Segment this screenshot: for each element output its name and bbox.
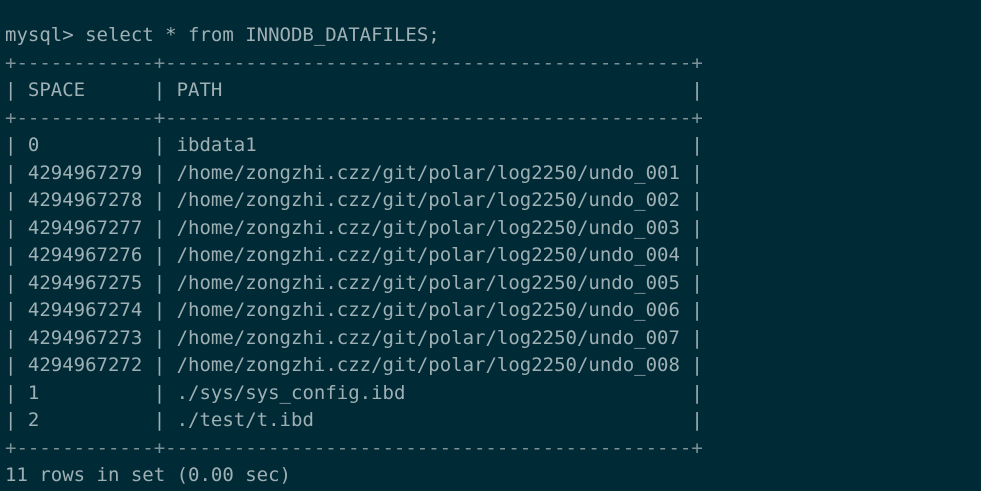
cell-path: ./test/t.ibd — [176, 409, 680, 431]
table-row: | 4294967279 | /home/zongzhi.czz/git/pol… — [5, 161, 703, 184]
cell-space: 4294967274 — [27, 299, 143, 321]
table-border-header: +------------+--------------------------… — [5, 106, 703, 129]
table-row: | 4294967274 | /home/zongzhi.czz/git/pol… — [5, 299, 703, 321]
table-row: | 4294967272 | /home/zongzhi.czz/git/pol… — [5, 354, 703, 376]
table-row: | 2 | ./test/t.ibd | — [5, 409, 703, 431]
table-border-top: +------------+--------------------------… — [5, 51, 703, 74]
sql-command: select * from INNODB_DATAFILES; — [85, 24, 440, 46]
result-summary: 11 rows in set (0.00 sec) — [5, 464, 291, 486]
table-row: | 0 | ibdata1 | — [5, 134, 703, 156]
cell-path: /home/zongzhi.czz/git/polar/log2250/undo… — [176, 354, 680, 376]
header-path: PATH — [176, 79, 680, 101]
cell-path: /home/zongzhi.czz/git/polar/log2250/undo… — [176, 244, 680, 266]
cell-space: 0 — [27, 134, 143, 156]
cell-path: /home/zongzhi.czz/git/polar/log2250/undo… — [176, 299, 680, 321]
cell-space: 4294967275 — [27, 271, 143, 294]
mysql-prompt: mysql> — [5, 24, 74, 46]
cell-space: 4294967276 — [27, 244, 143, 266]
cell-space: 4294967278 — [27, 189, 143, 211]
cell-path: /home/zongzhi.czz/git/polar/log2250/undo… — [176, 326, 680, 349]
command-line: mysql> select * from INNODB_DATAFILES; — [5, 22, 981, 50]
table-row: | 4294967277 | /home/zongzhi.czz/git/pol… — [5, 216, 703, 239]
cell-path: /home/zongzhi.czz/git/polar/log2250/undo… — [176, 189, 680, 211]
cell-path: /home/zongzhi.czz/git/polar/log2250/undo… — [176, 271, 680, 294]
cell-space: 2 — [27, 409, 143, 431]
terminal-window[interactable]: mysql> select * from INNODB_DATAFILES; +… — [0, 0, 981, 491]
cell-space: 1 — [27, 381, 143, 404]
table-row: | 4294967275 | /home/zongzhi.czz/git/pol… — [5, 271, 703, 294]
cell-path: ./sys/sys_config.ibd — [176, 381, 680, 404]
table-row: | 4294967278 | /home/zongzhi.czz/git/pol… — [5, 189, 703, 211]
table-header-row: | SPACE | PATH | — [5, 79, 703, 101]
table-row: | 4294967273 | /home/zongzhi.czz/git/pol… — [5, 326, 703, 349]
cell-path: /home/zongzhi.czz/git/polar/log2250/undo… — [176, 216, 680, 239]
cell-space: 4294967279 — [27, 161, 143, 184]
cell-path: ibdata1 — [176, 134, 680, 156]
table-row: | 1 | ./sys/sys_config.ibd | — [5, 381, 703, 404]
cell-space: 4294967272 — [27, 354, 143, 376]
cell-path: /home/zongzhi.czz/git/polar/log2250/undo… — [176, 161, 680, 184]
cell-space: 4294967277 — [27, 216, 143, 239]
header-space: SPACE — [27, 79, 143, 101]
cell-space: 4294967273 — [27, 326, 143, 349]
table-body: | 0 | ibdata1 | | 4294967279 | /home/zong… — [5, 132, 981, 435]
table-row: | 4294967276 | /home/zongzhi.czz/git/pol… — [5, 244, 703, 266]
table-border-bottom: +------------+--------------------------… — [5, 436, 703, 459]
